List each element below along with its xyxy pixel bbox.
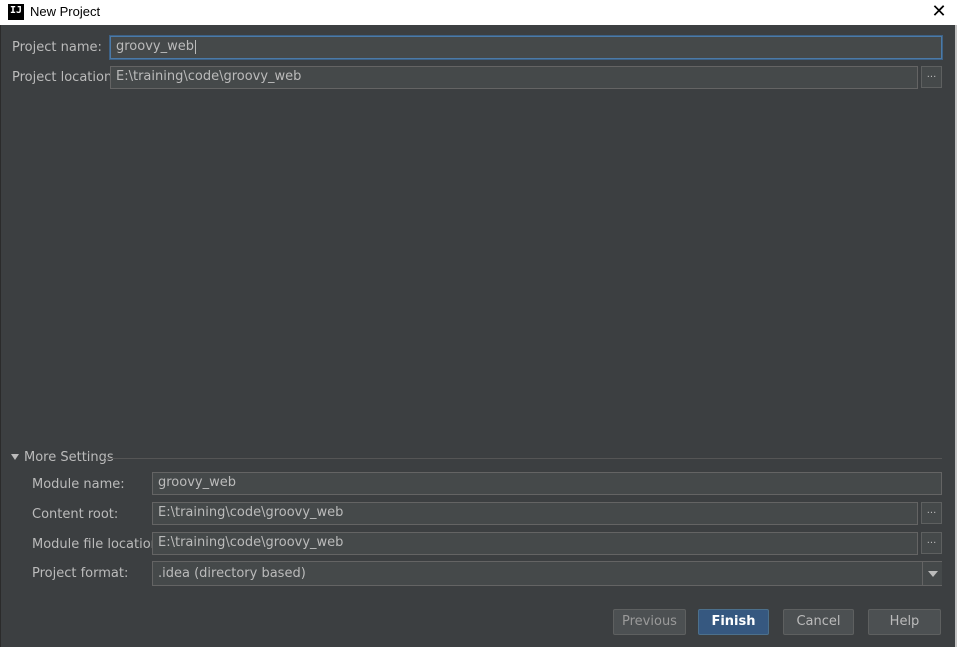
module-file-location-label: Module file location: [32, 537, 164, 552]
project-format-label: Project format: [32, 566, 129, 581]
project-format-select[interactable]: .idea (directory based) [152, 561, 942, 586]
finish-button[interactable]: Finish [698, 609, 769, 635]
help-button[interactable]: Help [868, 609, 941, 635]
dropdown-arrow-icon[interactable] [922, 562, 942, 585]
project-location-input[interactable]: E:\training\code\groovy_web [110, 66, 918, 89]
previous-button-label: Previous [622, 614, 677, 629]
window-border-left [0, 25, 1, 647]
previous-button[interactable]: Previous [613, 609, 686, 635]
window-title: New Project [30, 4, 101, 19]
content-root-input[interactable]: E:\training\code\groovy_web [152, 502, 918, 525]
project-format-value: .idea (directory based) [158, 566, 306, 581]
title-bar: IJ New Project ✕ [0, 0, 957, 25]
project-name-value: groovy_web [116, 39, 194, 54]
text-caret [195, 39, 196, 54]
section-divider [105, 458, 942, 459]
close-icon[interactable]: ✕ [921, 0, 957, 25]
intellij-app-icon: IJ [8, 4, 24, 20]
project-name-label: Project name: [12, 40, 102, 55]
module-name-label: Module name: [32, 477, 125, 492]
project-name-input[interactable]: groovy_web [110, 36, 942, 59]
more-settings-label: More Settings [24, 450, 114, 465]
cancel-button[interactable]: Cancel [783, 609, 854, 635]
module-name-input[interactable]: groovy_web [152, 472, 942, 495]
module-file-location-input[interactable]: E:\training\code\groovy_web [152, 532, 918, 555]
project-name-label-text: Project name: [12, 40, 102, 55]
content-root-label: Content root: [32, 507, 119, 522]
collapse-triangle-icon [11, 454, 19, 460]
content-root-browse-button[interactable]: ... [921, 502, 942, 524]
finish-button-label: Finish [711, 614, 756, 629]
module-file-location-browse-button[interactable]: ... [921, 532, 942, 554]
project-location-browse-button[interactable]: ... [921, 66, 942, 88]
project-location-label: Project location: [12, 70, 117, 85]
